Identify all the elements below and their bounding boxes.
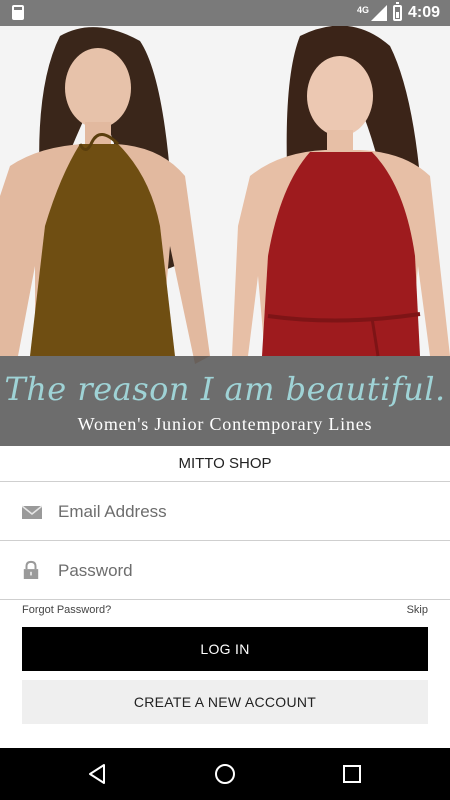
email-input[interactable] <box>58 483 428 541</box>
email-field[interactable] <box>0 483 450 541</box>
forgot-password-link[interactable]: Forgot Password? <box>22 604 111 616</box>
mail-icon <box>22 505 42 519</box>
shop-title: MITTO SHOP <box>0 446 450 482</box>
signal-icon <box>370 5 387 21</box>
tagline: The reason I am beautiful. <box>4 370 446 408</box>
hero-banner: The reason I am beautiful. Women's Junio… <box>0 26 450 446</box>
password-input[interactable] <box>58 542 428 600</box>
sd-card-icon <box>12 5 24 20</box>
back-icon[interactable] <box>86 762 110 786</box>
status-icons: 4G 4:09 <box>357 0 440 26</box>
password-field[interactable] <box>0 542 450 600</box>
network-type: 4G <box>356 4 369 15</box>
skip-link[interactable]: Skip <box>407 604 428 616</box>
status-bar: 4G 4:09 <box>0 0 450 26</box>
home-icon[interactable] <box>213 762 237 786</box>
login-button[interactable]: LOG IN <box>22 627 428 671</box>
recents-icon[interactable] <box>340 762 364 786</box>
tagline-band: The reason I am beautiful. Women's Junio… <box>0 356 450 446</box>
navigation-bar <box>0 748 450 800</box>
create-account-button[interactable]: CREATE A NEW ACCOUNT <box>22 680 428 724</box>
clock: 4:09 <box>407 4 440 21</box>
lock-icon <box>23 560 39 579</box>
battery-icon <box>392 2 402 21</box>
subtagline: Women's Junior Contemporary Lines <box>77 414 373 434</box>
